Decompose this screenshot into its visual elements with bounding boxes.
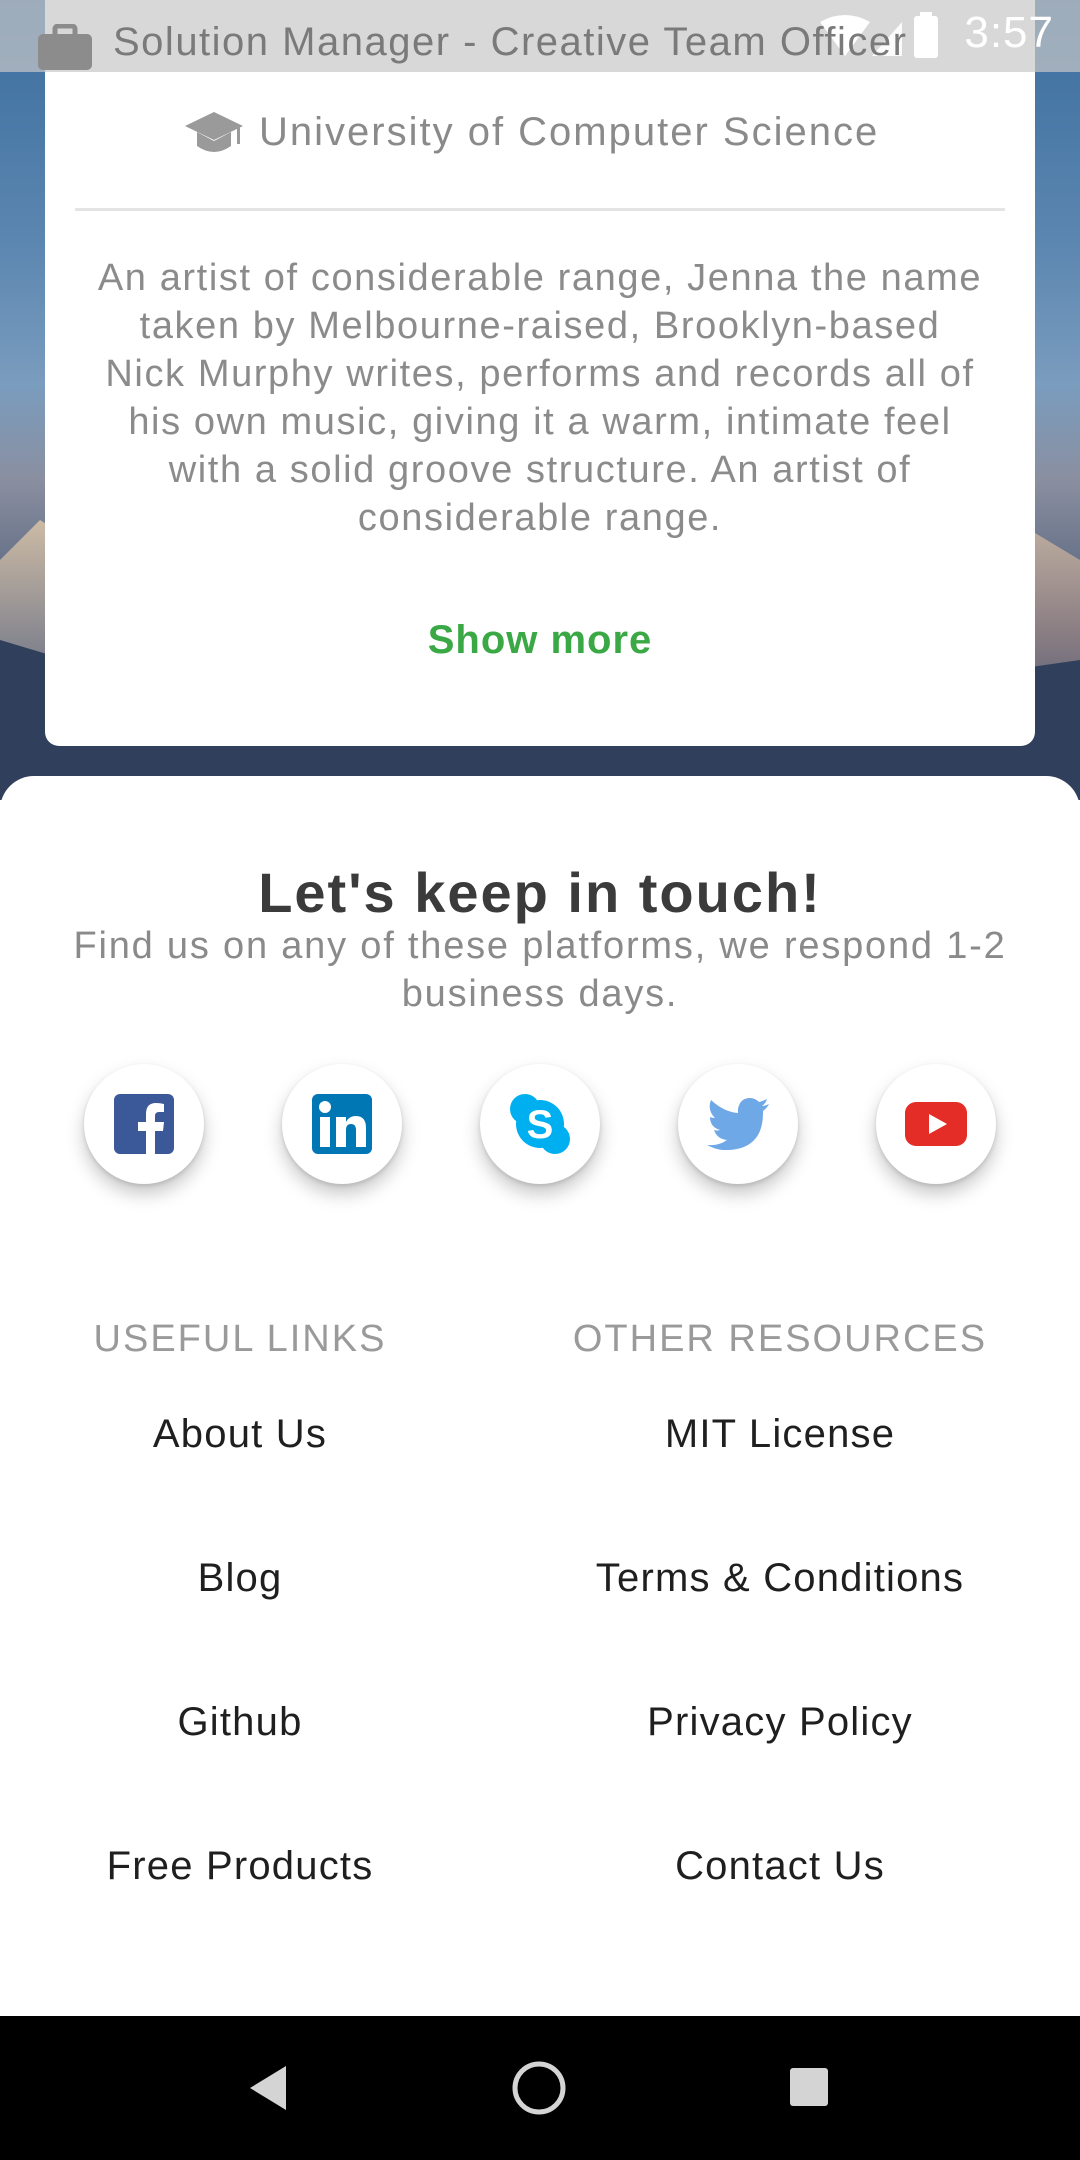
skype-button[interactable]: S bbox=[480, 1064, 600, 1184]
briefcase-icon bbox=[38, 23, 92, 74]
link-mit-license[interactable]: MIT License bbox=[540, 1412, 1020, 1457]
facebook-icon bbox=[114, 1094, 174, 1154]
useful-links-header: USEFUL LINKS bbox=[93, 1318, 387, 1360]
contact-subtitle: Find us on any of these platforms, we re… bbox=[73, 925, 1007, 1015]
social-buttons: S bbox=[84, 1064, 996, 1184]
show-more-button[interactable]: Show more bbox=[45, 618, 1035, 663]
youtube-icon bbox=[905, 1102, 967, 1146]
back-icon[interactable] bbox=[250, 2066, 290, 2114]
skype-icon: S bbox=[510, 1094, 570, 1154]
twitter-button[interactable] bbox=[678, 1064, 798, 1184]
bio-text: An artist of considerable range, Jenna t… bbox=[97, 257, 983, 539]
education-row: University of Computer Science bbox=[45, 106, 1035, 166]
recents-icon[interactable] bbox=[790, 2068, 828, 2110]
link-github[interactable]: Github bbox=[40, 1700, 440, 1745]
contact-section: Let's keep in touch! Find us on any of t… bbox=[0, 776, 1080, 2016]
graduation-cap-icon bbox=[185, 110, 243, 162]
link-about-us[interactable]: About Us bbox=[40, 1412, 440, 1457]
link-blog[interactable]: Blog bbox=[40, 1556, 440, 1601]
link-terms-conditions[interactable]: Terms & Conditions bbox=[540, 1556, 1020, 1601]
link-privacy-policy[interactable]: Privacy Policy bbox=[540, 1700, 1020, 1745]
navigation-bar bbox=[0, 2016, 1080, 2160]
linkedin-icon bbox=[312, 1094, 372, 1154]
linkedin-button[interactable] bbox=[282, 1064, 402, 1184]
facebook-button[interactable] bbox=[84, 1064, 204, 1184]
svg-text:S: S bbox=[527, 1103, 554, 1147]
home-icon[interactable] bbox=[511, 2060, 567, 2120]
other-resources-header: OTHER RESOURCES bbox=[572, 1318, 988, 1360]
card-divider bbox=[75, 208, 1005, 211]
link-free-products[interactable]: Free Products bbox=[40, 1844, 440, 1889]
youtube-button[interactable] bbox=[876, 1064, 996, 1184]
job-title-row: Solution Manager - Creative Team Officer bbox=[0, 14, 1035, 78]
twitter-icon bbox=[707, 1098, 769, 1150]
job-title: Solution Manager - Creative Team Officer bbox=[113, 20, 908, 64]
profile-card: University of Computer Science An artist… bbox=[45, 0, 1035, 746]
link-contact-us[interactable]: Contact Us bbox=[540, 1844, 1020, 1889]
contact-title: Let's keep in touch! bbox=[258, 861, 822, 924]
education-text: University of Computer Science bbox=[259, 110, 880, 154]
